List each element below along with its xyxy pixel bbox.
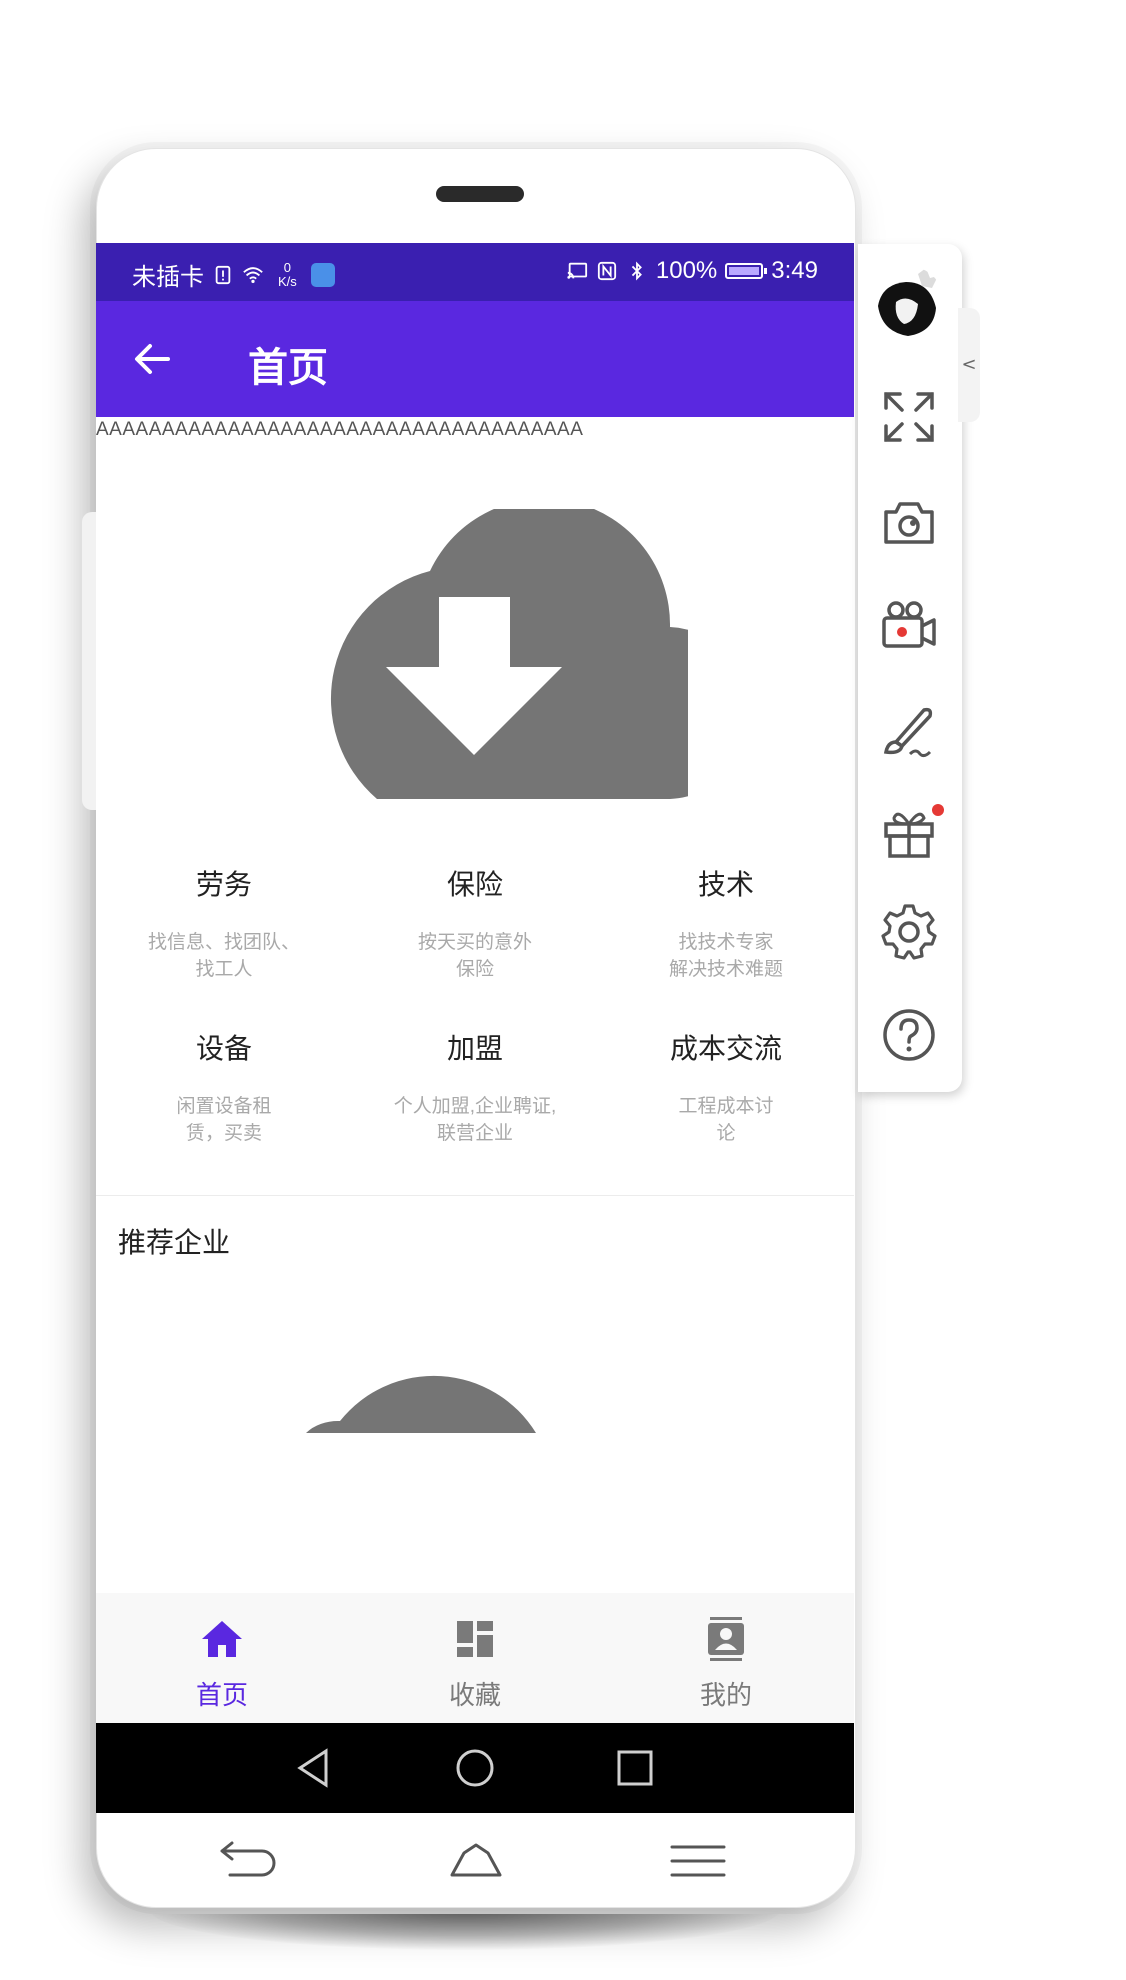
category-desc: 工程成本讨 论: [678, 1096, 774, 1144]
battery-icon: [725, 263, 768, 279]
nfc-icon: [597, 261, 616, 281]
speed-unit: K/s: [278, 273, 297, 289]
category-insurance[interactable]: 保险 按天买的意外 保险: [349, 863, 601, 983]
frame-back-icon[interactable]: [216, 1839, 280, 1883]
bottom-navigation: 首页 收藏 我的: [96, 1593, 854, 1723]
dashboard-icon: [457, 1621, 493, 1657]
cast-icon: [567, 262, 587, 279]
collapse-toolbar-button[interactable]: <: [958, 308, 980, 422]
section-divider: [96, 1195, 854, 1196]
battery-percent: 100%: [655, 257, 718, 284]
home-circle-icon[interactable]: [452, 1745, 498, 1791]
side-panel-edge: [82, 512, 96, 810]
brush-icon[interactable]: [880, 702, 938, 760]
network-speed: 0 K/s: [278, 259, 297, 289]
nav-home[interactable]: 首页: [96, 1593, 348, 1723]
category-labor[interactable]: 劳务 找信息、找团队、 找工人: [98, 863, 350, 983]
carrier-label: 未插卡: [132, 264, 204, 291]
nav-favorites[interactable]: 收藏: [349, 1593, 601, 1723]
camera-icon[interactable]: [880, 494, 938, 552]
nav-label: 首页: [195, 1680, 248, 1710]
category-franchise[interactable]: 加盟 个人加盟,企业聘证, 联营企业: [349, 1027, 601, 1147]
category-equipment[interactable]: 设备 闲置设备租 赁，买卖: [98, 1027, 350, 1147]
recents-square-icon[interactable]: [612, 1745, 658, 1791]
category-desc: 按天买的意外 保险: [417, 932, 532, 980]
sim-alert-icon: [215, 265, 231, 284]
nav-mine[interactable]: 我的: [600, 1593, 852, 1723]
help-icon[interactable]: [880, 1006, 938, 1064]
bluetooth-icon: [631, 261, 642, 281]
nav-label: 收藏: [448, 1680, 501, 1710]
phone-chin: [96, 1813, 854, 1908]
video-record-icon[interactable]: [880, 598, 938, 656]
notification-app-icon: [310, 262, 335, 287]
category-title: 技术: [697, 869, 754, 900]
app-bar: 首页: [96, 301, 854, 417]
clock: 3:49: [771, 257, 818, 284]
category-technology[interactable]: 技术 找技术专家 解决技术难题: [600, 863, 852, 983]
avatar-image-icon: [872, 266, 944, 338]
system-navigation-bar: [96, 1723, 854, 1813]
company-image-placeholder-icon[interactable]: [306, 1343, 626, 1433]
category-desc: 找信息、找团队、 找工人: [147, 932, 300, 980]
wifi-icon: [243, 266, 263, 283]
category-desc: 闲置设备租 赁，买卖: [176, 1096, 272, 1144]
marquee-text: AAAAAAAAAAAAAAAAAAAAAAAAAAAAAAAAAAAAA: [96, 419, 584, 440]
floating-toolbar: [858, 244, 962, 1092]
status-bar: 未插卡 0 K/s 100% 3:49: [96, 243, 854, 301]
notification-dot: [932, 804, 944, 816]
category-title: 设备: [195, 1033, 252, 1064]
frame-home-icon[interactable]: [448, 1841, 504, 1881]
category-desc: 找技术专家 解决技术难题: [668, 932, 783, 980]
home-icon: [202, 1621, 242, 1657]
phone-screen: 未插卡 0 K/s 100% 3:49 首页 AAAAAAAAAAAAAAAAAA…: [96, 243, 854, 1813]
back-triangle-icon[interactable]: [292, 1745, 338, 1791]
recommended-companies-title: 推荐企业: [118, 1227, 231, 1258]
nav-label: 我的: [699, 1680, 752, 1710]
category-cost-exchange[interactable]: 成本交流 工程成本讨 论: [600, 1027, 852, 1147]
cloud-download-icon[interactable]: [262, 509, 688, 799]
category-title: 成本交流: [669, 1033, 782, 1064]
category-desc: 个人加盟,企业聘证, 联营企业: [393, 1096, 557, 1144]
avatar[interactable]: [872, 266, 944, 338]
fullscreen-icon[interactable]: [880, 388, 938, 446]
category-title: 保险: [446, 869, 503, 900]
phone-speaker: [436, 186, 524, 202]
settings-icon[interactable]: [880, 902, 938, 960]
speed-value: 0: [283, 259, 292, 275]
page-title: 首页: [248, 346, 328, 390]
gift-icon[interactable]: [880, 804, 938, 862]
back-arrow-icon[interactable]: [132, 341, 172, 377]
contact-icon: [708, 1617, 744, 1661]
frame-menu-icon[interactable]: [670, 1843, 726, 1879]
category-title: 加盟: [446, 1033, 503, 1064]
category-title: 劳务: [195, 869, 252, 900]
